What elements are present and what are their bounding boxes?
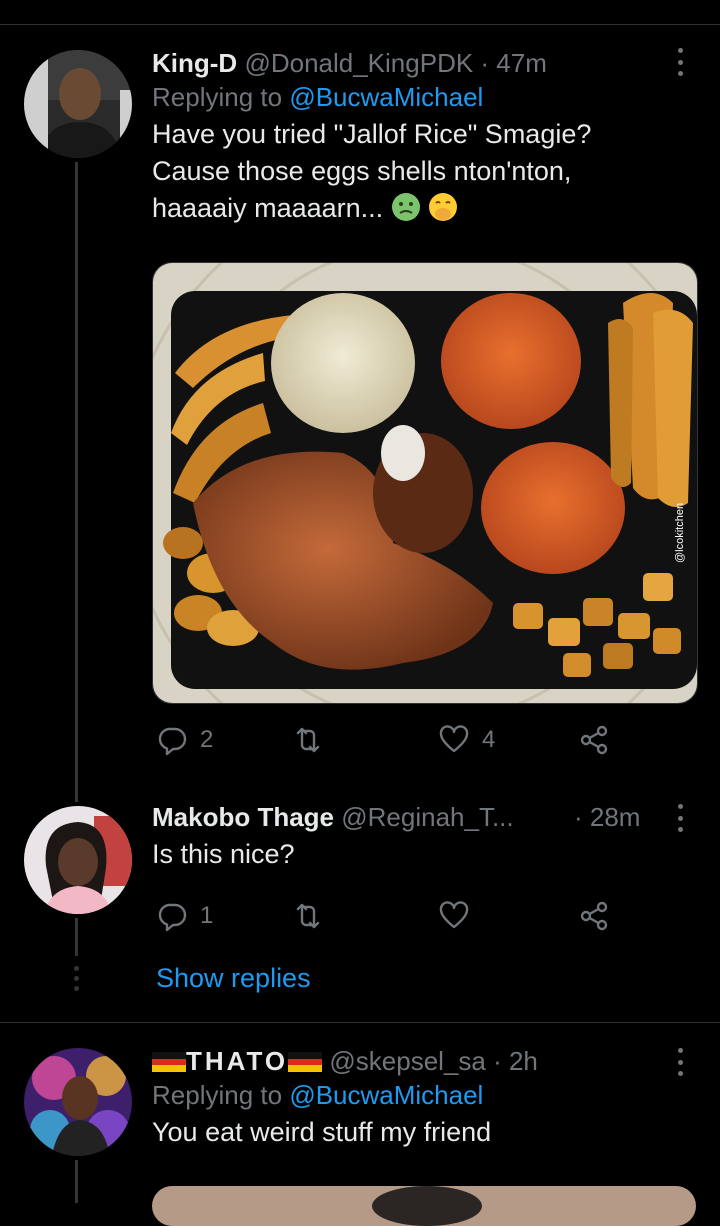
thread-dots [74, 966, 79, 991]
thread-line [75, 918, 78, 956]
reply-icon [158, 727, 187, 756]
tweet-thato[interactable]: THATO @skepsel_sa · 2h Replying to @Bucw… [152, 1044, 696, 1151]
retweet-icon [296, 727, 320, 753]
show-replies-link[interactable]: Show replies [156, 960, 311, 996]
replying-to: Replying to @BucwaMichael [152, 80, 696, 114]
like-button[interactable]: 4 [438, 720, 495, 760]
author-name[interactable]: Makobo Thage [152, 802, 334, 832]
section-divider [0, 1022, 720, 1023]
author-name[interactable]: King-D [152, 48, 237, 78]
tweet-media-image[interactable]: @lcokitchen [152, 262, 698, 704]
germany-flag-emoji [288, 1052, 323, 1072]
tweet-media-image-partial[interactable] [152, 1186, 696, 1226]
tweet-header: THATO @skepsel_sa · 2h [152, 1044, 696, 1078]
tweet-king-d[interactable]: King-D @Donald_KingPDK · 47m Replying to… [152, 46, 696, 227]
tweet-time[interactable]: · 47m [480, 48, 546, 78]
share-icon [580, 725, 608, 755]
tweet-text-line: Have you tried "Jallof Rice" Smagie? [152, 119, 592, 149]
author-handle[interactable]: @Donald_KingPDK [244, 48, 473, 78]
tweet-actions: 1 [152, 896, 622, 936]
like-button[interactable] [438, 896, 482, 936]
tweet-text-line: Cause those eggs shells nton'nton, [152, 156, 572, 186]
retweet-button[interactable] [292, 896, 336, 936]
hand-over-mouth-emoji [428, 192, 458, 222]
share-button[interactable] [578, 720, 610, 760]
reply-button[interactable]: 1 [156, 896, 213, 936]
avatar-makobo-thage[interactable] [24, 806, 132, 914]
tweet-makobo-thage[interactable]: Makobo Thage @Reginah_T... · 28m Is this… [152, 800, 696, 873]
reply-icon [158, 903, 187, 932]
tweet-text-line-part: haaaaiy maaaarn... [152, 193, 384, 223]
replying-to-handle[interactable]: @BucwaMichael [289, 1080, 483, 1110]
like-icon [439, 725, 469, 753]
tweet-header: Makobo Thage @Reginah_T... · 28m [152, 800, 696, 834]
share-button[interactable] [578, 896, 610, 936]
tweet-text: Is this nice? [152, 839, 295, 869]
replying-to: Replying to @BucwaMichael [152, 1078, 696, 1112]
tweet-text: You eat weird stuff my friend [152, 1117, 492, 1147]
tweet-actions: 2 4 [152, 720, 622, 760]
author-name[interactable]: THATO [186, 1046, 288, 1076]
nauseated-face-emoji [391, 192, 421, 222]
tweet-time[interactable]: · 2h [493, 1046, 538, 1076]
tweet-time[interactable]: · 28m [574, 800, 640, 834]
more-icon[interactable] [670, 1048, 690, 1076]
tweet-text-line: haaaaiy maaaarn... [152, 190, 696, 227]
more-icon[interactable] [670, 804, 690, 832]
reply-count: 2 [200, 726, 214, 753]
germany-flag-emoji [152, 1052, 186, 1072]
like-icon [439, 901, 469, 929]
replying-to-handle[interactable]: @BucwaMichael [289, 82, 483, 112]
share-icon [580, 901, 608, 931]
replying-prefix: Replying to [152, 82, 283, 112]
retweet-icon [296, 903, 320, 929]
tweet-header: King-D @Donald_KingPDK · 47m [152, 46, 696, 80]
reply-button[interactable]: 2 [156, 720, 213, 760]
tweet-text: Have you tried "Jallof Rice" Smagie? Cau… [152, 116, 696, 227]
more-icon[interactable] [670, 48, 690, 76]
top-divider [0, 24, 720, 25]
thread-line [75, 1160, 78, 1203]
avatar-king-d[interactable] [24, 50, 132, 158]
media-watermark: @lcokitchen [674, 503, 686, 563]
like-count: 4 [482, 726, 496, 753]
author-handle[interactable]: @Reginah_T... [341, 802, 513, 832]
author-handle[interactable]: @skepsel_sa [329, 1046, 485, 1076]
replying-prefix: Replying to [152, 1080, 283, 1110]
reply-count: 1 [200, 902, 214, 929]
retweet-button[interactable] [292, 720, 336, 760]
thread-line [75, 162, 78, 802]
avatar-thato[interactable] [24, 1048, 132, 1156]
